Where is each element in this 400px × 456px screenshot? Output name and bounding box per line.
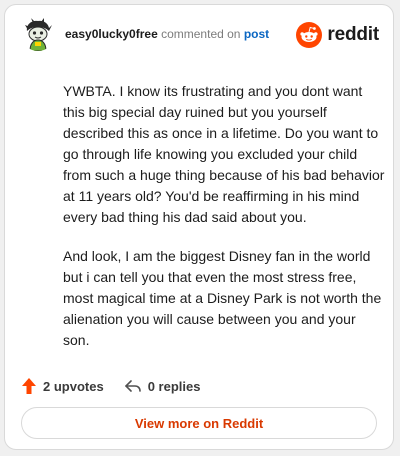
comment-body: YWBTA. I know its frustrating and you do… <box>63 81 385 369</box>
reddit-wordmark: reddit <box>327 24 379 45</box>
comment-meta: easy0lucky0free commented on post <box>65 27 269 41</box>
comment-actions: 2 upvotes 0 replies <box>21 376 200 396</box>
reply-arrow-icon <box>124 380 141 392</box>
reply-count: 0 replies <box>147 378 201 394</box>
snoo-avatar-icon <box>21 17 55 51</box>
reply-button[interactable]: 0 replies <box>124 378 201 394</box>
avatar[interactable] <box>21 17 55 51</box>
comment-paragraph: YWBTA. I know its frustrating and you do… <box>63 83 385 225</box>
comment-embed-card: easy0lucky0free commented on post reddit… <box>4 4 394 450</box>
upvote-count: 2 upvotes <box>43 378 104 394</box>
username-link[interactable]: easy0lucky0free <box>65 27 158 41</box>
meta-action-text: commented on <box>161 27 241 41</box>
reddit-snoo-icon <box>296 22 323 48</box>
upvote-button[interactable]: 2 upvotes <box>21 377 104 395</box>
view-more-button[interactable]: View more on Reddit <box>21 407 377 439</box>
upvote-arrow-icon <box>22 378 36 394</box>
reddit-logo[interactable]: reddit <box>296 21 379 49</box>
comment-header: easy0lucky0free commented on post reddit <box>5 5 393 65</box>
post-link[interactable]: post <box>244 27 269 41</box>
comment-paragraph: And look, I am the biggest Disney fan in… <box>63 248 382 348</box>
